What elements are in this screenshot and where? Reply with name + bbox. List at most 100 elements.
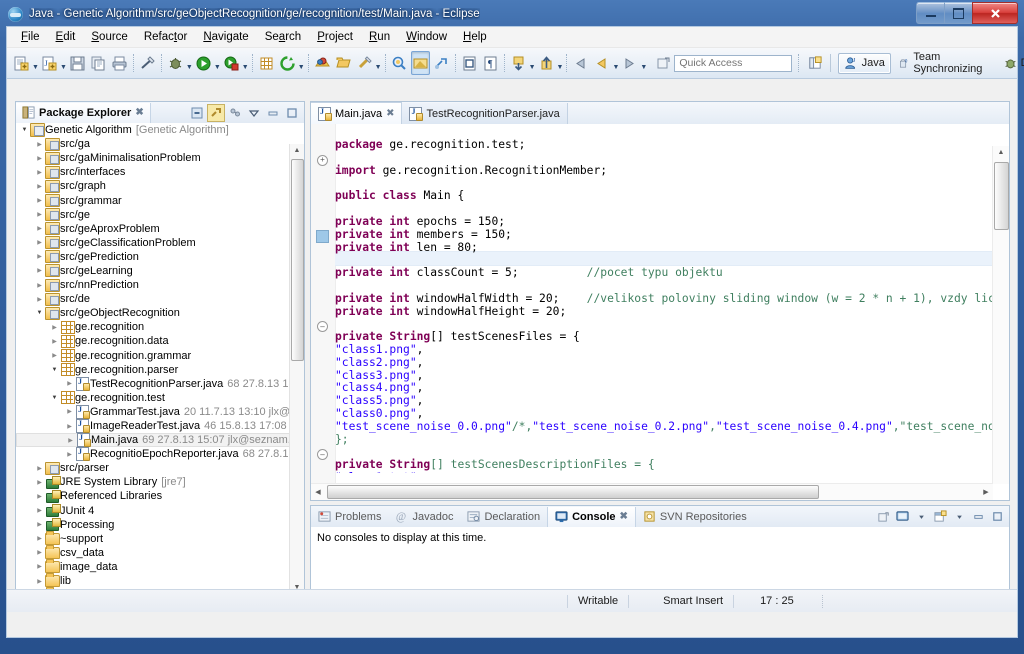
tree-row[interactable]: ▶ Processing [16, 518, 290, 532]
tree-collapse-arrow-icon[interactable]: ▶ [34, 549, 45, 556]
tree-row[interactable]: ▶ csv_data [16, 544, 290, 560]
close-button[interactable] [972, 2, 1018, 24]
debug-dropdown-icon[interactable]: ▼ [186, 49, 193, 78]
scroll-up-arrow-icon[interactable]: ▲ [290, 144, 304, 157]
tree-row[interactable]: ▶ src/ga [16, 137, 290, 151]
new-console-view-icon[interactable] [931, 508, 949, 526]
tree-collapse-arrow-icon[interactable]: ▶ [34, 521, 45, 528]
tree-row[interactable]: ▶ lib [16, 573, 290, 588]
tree-vertical-scrollbar[interactable]: ▲ ▼ [289, 144, 304, 594]
tree-row[interactable]: ▶ ge.recognition.grammar [16, 349, 290, 363]
tree-collapse-arrow-icon[interactable]: ▶ [34, 183, 45, 190]
editor-gutter[interactable]: + – – [311, 124, 336, 484]
menu-edit[interactable]: Edit [48, 29, 84, 45]
tree-collapse-arrow-icon[interactable]: ▶ [34, 479, 45, 486]
next-annotation-icon[interactable] [460, 51, 479, 75]
save-all-icon[interactable] [89, 51, 108, 75]
tree-row[interactable]: ▶ ge.recognition.data [16, 334, 290, 348]
menu-search[interactable]: Search [257, 29, 309, 45]
save-icon[interactable] [68, 51, 87, 75]
link-with-editor-icon[interactable] [207, 103, 225, 122]
scroll-up-arrow-icon[interactable]: ▲ [993, 146, 1009, 159]
tree-collapse-arrow-icon[interactable]: ▶ [34, 253, 45, 260]
tree-row[interactable]: ▶ GrammarTest.java20 11.7.13 13:10 jlx@se [16, 404, 290, 419]
tree-row[interactable]: ▶ src/interfaces [16, 165, 290, 179]
fold-collapse-icon[interactable]: – [317, 321, 328, 332]
tree-row[interactable]: ▶ src/gaMinimalisationProblem [16, 151, 290, 165]
external-tools-icon[interactable] [222, 51, 241, 75]
menu-navigate[interactable]: Navigate [195, 29, 256, 45]
editor-hscroll-thumb[interactable] [327, 485, 819, 499]
menu-project[interactable]: Project [309, 29, 361, 45]
new-wizard-icon[interactable] [12, 51, 31, 75]
run-icon[interactable] [194, 51, 213, 75]
minimize-icon[interactable] [264, 104, 282, 122]
fold-expand-icon[interactable]: + [317, 154, 328, 166]
tree-collapse-arrow-icon[interactable]: ▶ [34, 465, 45, 472]
new-editor-icon[interactable] [654, 51, 673, 75]
fold-collapse-icon[interactable]: – [317, 449, 328, 460]
debug-icon[interactable] [166, 51, 185, 75]
tree-row[interactable]: ▶ Referenced Libraries [16, 489, 290, 503]
editor-vscroll-thumb[interactable] [994, 162, 1009, 230]
tab-javadoc[interactable]: @ Javadoc [388, 507, 460, 527]
tree-row[interactable]: ▶ src/parser [16, 461, 290, 475]
backward-history-icon[interactable] [592, 51, 611, 75]
menu-refactor[interactable]: Refactor [136, 29, 195, 45]
tree-collapse-arrow-icon[interactable]: ▶ [34, 535, 45, 542]
display-selected-console-icon[interactable] [893, 508, 911, 526]
menu-run[interactable]: Run [361, 29, 398, 45]
editor-tab-main-java[interactable]: Main.java ✖ [311, 102, 403, 124]
editor-horizontal-scrollbar[interactable]: ◀ ▶ [311, 483, 993, 500]
new-console-dropdown-icon[interactable] [950, 508, 968, 526]
tree-row[interactable]: ▶ src/de [16, 292, 290, 306]
tree-row[interactable]: ▶ JUnit 4 [16, 504, 290, 518]
open-task-icon[interactable] [334, 51, 353, 75]
tree-collapse-arrow-icon[interactable]: ▶ [34, 211, 45, 218]
previous-annotation-icon[interactable]: ¶ [481, 51, 500, 75]
search-reference-icon[interactable] [390, 51, 409, 75]
tree-collapse-arrow-icon[interactable]: ▶ [34, 563, 45, 570]
tree-collapse-arrow-icon[interactable]: ▶ [34, 141, 45, 148]
tree-collapse-arrow-icon[interactable]: ▶ [49, 352, 60, 359]
project-tree[interactable]: ▼ Genetic Algorithm [Genetic Algorithm] ▶ sr… [16, 123, 304, 608]
perspective-debug[interactable]: Debug [997, 53, 1024, 74]
forward-dropdown-icon[interactable]: ▼ [640, 49, 647, 78]
close-icon[interactable]: ✖ [620, 511, 628, 522]
tree-row-selected[interactable]: ▶ Main.java69 27.8.13 15:07 jlx@seznam.cz [16, 433, 290, 448]
collapse-all-icon[interactable] [188, 104, 206, 122]
tree-row[interactable]: ▶ src/nnPrediction [16, 278, 290, 292]
perspective-team-sync[interactable]: 0 Team Synchronizing [893, 48, 995, 78]
tree-collapse-arrow-icon[interactable]: ▶ [65, 437, 76, 444]
source-code[interactable]: package ge.recognition.test; import ge.r… [335, 135, 993, 472]
last-edit-dropdown-icon[interactable]: ▼ [529, 49, 536, 78]
tree-row[interactable]: ▶ TestRecognitionParser.java68 27.8.13 13… [16, 376, 290, 391]
tree-collapse-arrow-icon[interactable]: ▶ [34, 282, 45, 289]
run-dropdown-icon[interactable]: ▼ [214, 49, 221, 78]
new-java-class-icon[interactable]: J [40, 51, 59, 75]
editor-vertical-scrollbar[interactable]: ▲ [992, 146, 1009, 484]
new-wizard-dropdown-icon[interactable]: ▼ [32, 49, 39, 78]
view-menu-icon[interactable] [245, 104, 263, 122]
tree-row[interactable]: ▶ src/geLearning [16, 264, 290, 278]
back-icon[interactable] [571, 51, 590, 75]
tree-collapse-arrow-icon[interactable]: ▶ [64, 423, 75, 430]
tree-collapse-arrow-icon[interactable]: ▶ [34, 296, 45, 303]
tab-svn-repositories[interactable]: SVN Repositories [636, 507, 754, 527]
editor-tab-test-recognition-parser[interactable]: TestRecognitionParser.java [402, 103, 568, 124]
maximize-icon[interactable] [988, 508, 1006, 526]
menu-source[interactable]: Source [83, 29, 135, 45]
open-type-icon[interactable] [313, 51, 332, 75]
tree-row[interactable]: ▶ image_data [16, 558, 290, 574]
tree-collapse-arrow-icon[interactable]: ▶ [64, 408, 75, 415]
last-edit-location-icon[interactable] [509, 51, 528, 75]
close-icon[interactable]: ✖ [135, 107, 143, 118]
goto-line-dropdown-icon[interactable]: ▼ [557, 49, 564, 78]
tree-collapse-arrow-icon[interactable]: ▶ [64, 380, 75, 387]
tree-collapse-arrow-icon[interactable]: ▶ [34, 225, 45, 232]
tree-collapse-arrow-icon[interactable]: ▶ [34, 169, 45, 176]
tree-row[interactable]: ▼ src/geObjectRecognition [16, 306, 290, 320]
toggle-mark-occurrences-icon[interactable] [138, 51, 157, 75]
maximize-icon[interactable] [283, 104, 301, 122]
maximize-button[interactable] [944, 2, 972, 24]
